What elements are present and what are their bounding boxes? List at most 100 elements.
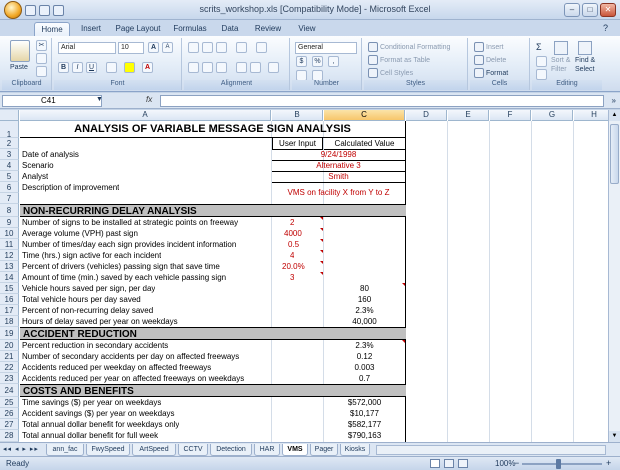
tab-data[interactable]: Data (216, 22, 244, 36)
comment-indicator[interactable] (320, 239, 323, 242)
column-header-g[interactable]: G (532, 110, 573, 121)
sheet-tab[interactable]: CCTV (178, 444, 208, 456)
user-input-value[interactable]: 2 (290, 217, 294, 228)
row-header[interactable]: 12 (0, 250, 19, 261)
cut-icon[interactable]: ✂ (36, 40, 47, 51)
cell-label[interactable]: Number of signs to be installed at strat… (22, 217, 238, 228)
sheet-tab[interactable]: Detection (210, 444, 252, 456)
name-box[interactable]: C41 (2, 95, 102, 107)
paste-icon[interactable] (10, 40, 30, 62)
tab-view[interactable]: View (292, 22, 322, 36)
fill-color-icon[interactable] (124, 62, 135, 73)
calculated-value[interactable]: 40,000 (324, 316, 405, 327)
column-header-a[interactable]: A (20, 110, 271, 121)
format-painter-icon[interactable] (36, 66, 47, 77)
tab-home[interactable]: Home (34, 22, 70, 36)
align-bottom-icon[interactable] (216, 42, 227, 53)
row-header[interactable]: 14 (0, 272, 19, 283)
insert-cells-button[interactable]: Insert (474, 42, 504, 52)
wrap-text-icon[interactable] (256, 42, 267, 53)
row-header[interactable]: 6 (0, 182, 19, 193)
row-header[interactable]: 21 (0, 351, 19, 362)
cell-label[interactable]: Date of analysis (22, 149, 79, 160)
normal-view-icon[interactable] (430, 459, 440, 468)
row-header[interactable]: 7 (0, 193, 19, 204)
cell-styles-button[interactable]: Cell Styles (368, 68, 413, 78)
zoom-level[interactable]: 100% (495, 459, 515, 468)
cell-label[interactable]: Vehicle hours saved per sign, per day (22, 283, 155, 294)
italic-button[interactable]: I (72, 62, 83, 73)
formula-input[interactable] (160, 95, 604, 107)
borders-icon[interactable] (106, 62, 117, 73)
expand-formula-icon[interactable]: » (612, 96, 616, 105)
row-header[interactable]: 19 (0, 327, 19, 340)
calculated-value[interactable]: 80 (324, 283, 405, 294)
row-header[interactable]: 22 (0, 362, 19, 373)
align-left-icon[interactable] (188, 62, 199, 73)
user-input-value[interactable]: 0.5 (288, 239, 299, 250)
row-header[interactable]: 9 (0, 217, 19, 228)
maximize-button[interactable]: □ (582, 3, 598, 17)
font-color-button[interactable]: A (142, 62, 153, 73)
sheet-tab-active[interactable]: VMS (282, 444, 308, 456)
row-header[interactable]: 8 (0, 204, 19, 217)
comment-indicator[interactable] (320, 228, 323, 231)
office-button[interactable] (4, 1, 22, 19)
row-header[interactable]: 15 (0, 283, 19, 294)
calculated-value[interactable]: 2.3% (324, 340, 405, 351)
delete-cells-button[interactable]: Delete (474, 55, 506, 65)
calculated-value[interactable]: 0.003 (324, 362, 405, 373)
row-header[interactable]: 27 (0, 419, 19, 430)
row-header[interactable]: 18 (0, 316, 19, 327)
column-header-d[interactable]: D (406, 110, 447, 121)
redo-icon[interactable] (53, 4, 64, 16)
grow-font-button[interactable]: A (148, 42, 159, 53)
zoom-in-icon[interactable]: + (606, 458, 611, 468)
align-middle-icon[interactable] (202, 42, 213, 53)
shrink-font-button[interactable]: A (162, 42, 173, 53)
cell-label[interactable]: Description of improvement (22, 182, 119, 193)
column-header-h[interactable]: H (574, 110, 608, 121)
cell-label[interactable]: Number of secondary accidents per day on… (22, 351, 239, 362)
sheet-tab[interactable]: ArtSpeed (132, 444, 176, 456)
zoom-slider-thumb[interactable] (556, 459, 561, 469)
row-header[interactable]: 26 (0, 408, 19, 419)
comma-button[interactable]: , (328, 56, 339, 67)
row-header[interactable]: 25 (0, 397, 19, 408)
sort-filter-icon[interactable] (554, 41, 568, 55)
cell-label[interactable]: Average volume (VPH) past sign (22, 228, 138, 239)
calculated-value[interactable]: $582,177 (324, 419, 405, 430)
align-right-icon[interactable] (216, 62, 227, 73)
row-header[interactable]: 11 (0, 239, 19, 250)
column-header-b[interactable]: B (272, 110, 323, 121)
tab-review[interactable]: Review (250, 22, 286, 36)
binoculars-icon[interactable] (578, 41, 592, 55)
scroll-up-icon[interactable]: ▲ (609, 110, 620, 121)
orientation-icon[interactable] (236, 42, 247, 53)
select-all-corner[interactable] (0, 110, 19, 121)
format-as-table-button[interactable]: Format as Table (368, 55, 430, 65)
cell-label[interactable]: Analyst (22, 171, 48, 182)
sheet-tab[interactable]: ann_fac (46, 444, 84, 456)
font-name-combo[interactable]: Arial (58, 42, 116, 54)
row-header[interactable]: 28 (0, 430, 19, 442)
row-header[interactable]: 2 (0, 138, 19, 149)
cell-label[interactable]: Total annual dollar benefit for full wee… (22, 430, 158, 441)
row-header[interactable]: 13 (0, 261, 19, 272)
user-input-value[interactable]: 4 (290, 250, 294, 261)
user-input-value[interactable]: 4000 (284, 228, 302, 239)
calculated-value[interactable]: 160 (324, 294, 405, 305)
row-header[interactable]: 4 (0, 160, 19, 171)
calculated-value[interactable]: 2.3% (324, 305, 405, 316)
format-cells-button[interactable]: Format (474, 68, 508, 78)
cell-label[interactable]: Total vehicle hours per day saved (22, 294, 141, 305)
help-icon[interactable]: ? (603, 23, 608, 33)
row-header[interactable]: 5 (0, 171, 19, 182)
comment-indicator[interactable] (320, 272, 323, 275)
analyst-value[interactable]: Smith (272, 171, 405, 183)
save-icon[interactable] (25, 4, 36, 16)
row-header[interactable]: 10 (0, 228, 19, 239)
scroll-down-icon[interactable]: ▼ (609, 431, 620, 442)
cell-label[interactable]: Hours of delay saved per year on weekday… (22, 316, 178, 327)
cell-label[interactable]: Number of times/day each sign provides i… (22, 239, 236, 250)
